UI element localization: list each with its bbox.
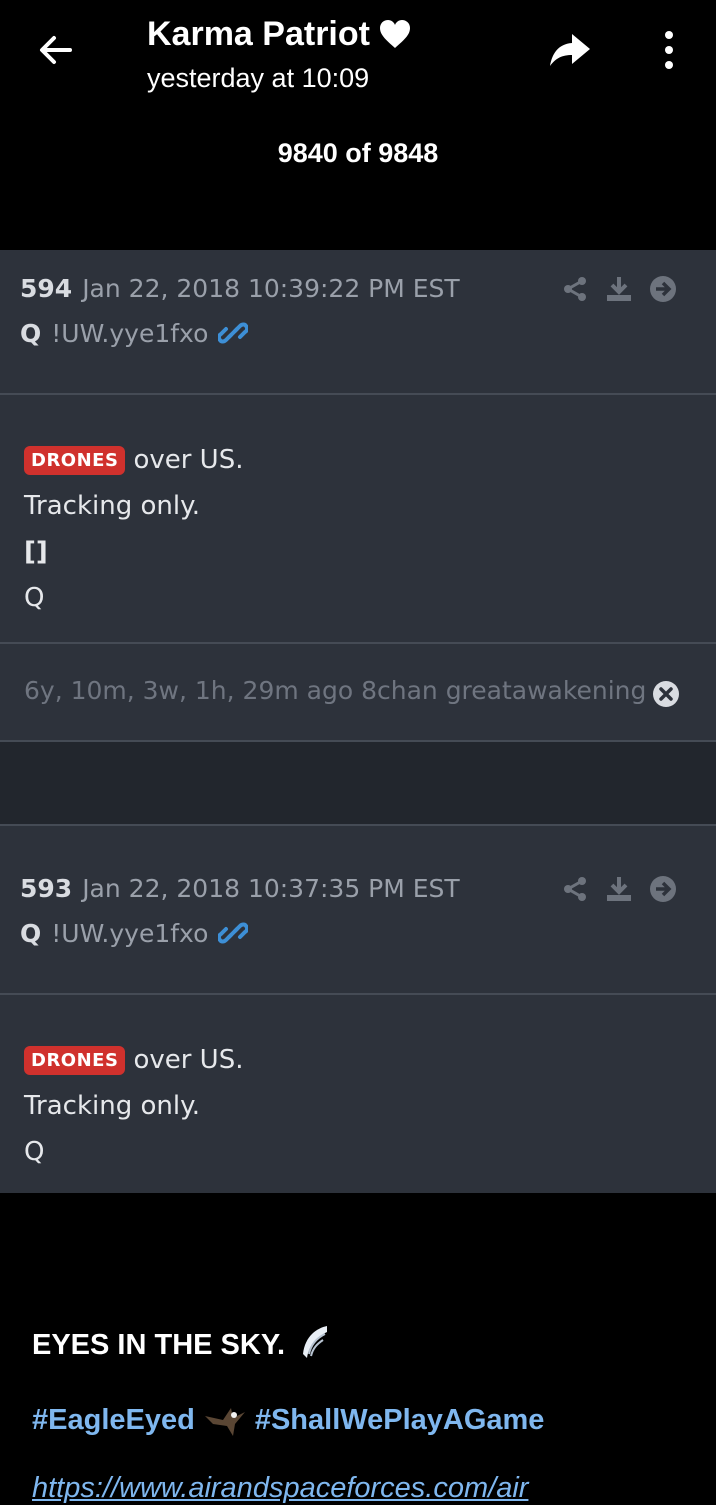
share-icon[interactable] [560,874,590,904]
post-line: Tracking only. [24,1091,201,1121]
hashtags: #EagleEyed #ShallWePlayAGame [32,1402,544,1438]
share-icon[interactable] [560,274,590,304]
chat-title[interactable]: Karma Patriot yesterday at 10:09 [147,14,412,96]
author-name: Q [20,318,42,348]
author-name: Q [20,918,42,948]
tripcode: !UW.yye1fxo [51,918,209,948]
post-separator [0,742,716,824]
post-text: over US. [133,1045,244,1075]
post-signature: Q [24,1137,45,1167]
caption-text: EYES IN THE SKY. [32,1324,331,1362]
tripcode: !UW.yye1fxo [51,318,209,348]
back-arrow-icon [40,36,72,64]
message-time: yesterday at 10:09 [147,63,370,93]
close-icon[interactable] [652,680,680,708]
article-link[interactable]: https://www.airandspaceforces.com/air [32,1472,528,1505]
go-to-post-icon[interactable] [648,274,678,304]
post-tag: DRONES [24,446,126,475]
post-author: Q !UW.yye1fxo [20,318,249,348]
post-line: Tracking only. [24,491,201,521]
post-line: [] [24,537,48,567]
post-line: DRONES over US. [24,1045,243,1075]
post-meta: 594 Jan 22, 2018 10:39:22 PM EST [20,274,460,303]
sender-name: Karma Patriot [147,15,370,53]
wing-icon [303,1326,328,1358]
post-header: 593 Jan 22, 2018 10:37:35 PM EST Q !UW.yy… [0,826,716,993]
post-text: over US. [133,445,244,475]
media-counter: 9840 of 9848 [277,138,439,168]
post-number[interactable]: 593 [20,874,72,903]
post-line: DRONES over US. [24,445,243,475]
link-icon[interactable] [218,918,249,948]
post-header: 594 Jan 22, 2018 10:39:22 PM EST Q !UW.yy… [0,250,716,393]
post-body: DRONES over US. Tracking only. [] Q [0,395,716,642]
caption-title: EYES IN THE SKY. [32,1329,286,1361]
share-button[interactable] [548,30,592,70]
more-vertical-icon [665,31,673,69]
post-author: Q !UW.yye1fxo [20,918,249,948]
post-date: Jan 22, 2018 10:37:35 PM EST [82,874,460,903]
forward-arrow-icon [550,34,590,66]
download-icon[interactable] [604,274,634,304]
link-icon[interactable] [218,318,249,348]
more-options-button[interactable] [655,30,683,70]
post-number[interactable]: 594 [20,274,72,303]
post-meta: 593 Jan 22, 2018 10:37:35 PM EST [20,874,460,903]
go-to-post-icon[interactable] [648,874,678,904]
eagle-icon [204,1408,245,1436]
post-signature: Q [24,583,45,613]
back-button[interactable] [34,28,78,72]
heart-icon [379,20,410,48]
post-date: Jan 22, 2018 10:39:22 PM EST [82,274,460,303]
post-actions [560,874,678,904]
app-header: Karma Patriot yesterday at 10:09 9840 of… [0,0,716,250]
post-footer: 6y, 10m, 3w, 1h, 29m ago 8chan greatawak… [0,644,716,740]
hashtag-link[interactable]: #EagleEyed [32,1404,195,1437]
hashtag-link[interactable]: #ShallWePlayAGame [255,1404,545,1437]
post-body: DRONES over US. Tracking only. Q [0,995,716,1193]
post-age-source: 6y, 10m, 3w, 1h, 29m ago 8chan greatawak… [24,676,647,705]
post-actions [560,274,678,304]
post-tag: DRONES [24,1046,126,1075]
download-icon[interactable] [604,874,634,904]
